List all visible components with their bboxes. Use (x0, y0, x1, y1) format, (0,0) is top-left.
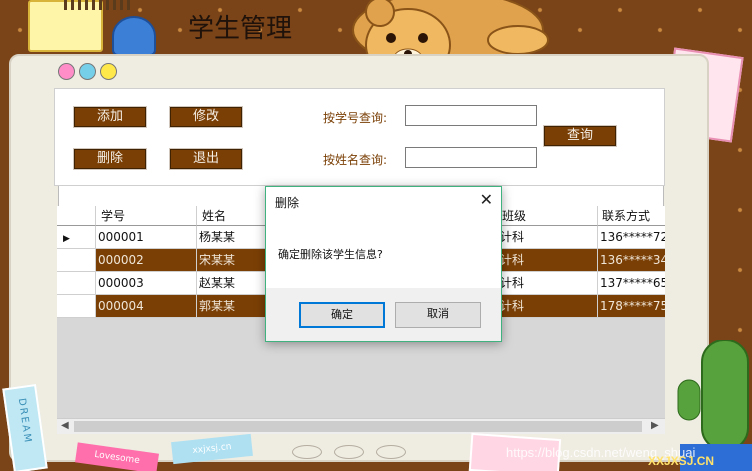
row-header[interactable] (57, 249, 96, 272)
cell-class[interactable]: 计科 (498, 249, 598, 272)
page-title: 学生管理 (188, 14, 293, 44)
smiley-faces-decoration (58, 63, 117, 80)
cell-phone[interactable]: 178*****756 (598, 295, 665, 318)
row-header[interactable] (57, 272, 96, 295)
query-button[interactable]: 查询 (543, 125, 617, 147)
cell-id[interactable]: 000004 (96, 295, 197, 318)
search-name-input[interactable] (405, 147, 537, 168)
scroll-left-icon[interactable]: ◀ (61, 420, 69, 431)
search-by-name-label: 按姓名查询: (323, 153, 388, 167)
exit-button[interactable]: 退出 (169, 148, 243, 170)
globe-decoration (112, 16, 156, 56)
cell-phone[interactable]: 136*****720 (598, 226, 665, 249)
arrow-right-icon: ▶ (63, 234, 70, 244)
close-icon[interactable]: ✕ (480, 190, 493, 209)
delete-button[interactable]: 删除 (73, 148, 147, 170)
cell-class[interactable]: 计科 (498, 295, 598, 318)
row-header[interactable]: ▶ (57, 226, 96, 249)
cell-class[interactable]: 计科 (498, 226, 598, 249)
dialog-title: 删除 (275, 196, 300, 210)
delete-confirm-dialog[interactable]: 删除 ✕ 确定删除该学生信息? 确定 取消 (265, 186, 502, 342)
dialog-message: 确定删除该学生信息? (278, 248, 383, 261)
site-badge-text: XXJXSJ.CN (648, 454, 715, 468)
cell-id[interactable]: 000003 (96, 272, 197, 295)
oval-buttons-decoration (292, 445, 406, 459)
cell-id[interactable]: 000002 (96, 249, 197, 272)
cell-class[interactable]: 计科 (498, 272, 598, 295)
column-header-id[interactable]: 学号 (96, 206, 197, 226)
notepad-decoration (28, 0, 130, 52)
row-header-corner (57, 206, 96, 226)
horizontal-scrollbar[interactable]: ◀ ▶ (57, 418, 665, 434)
edit-button[interactable]: 修改 (169, 106, 243, 128)
ok-button[interactable]: 确定 (299, 302, 385, 328)
scroll-right-icon[interactable]: ▶ (651, 420, 659, 431)
search-by-id-label: 按学号查询: (323, 111, 388, 125)
cell-id[interactable]: 000001 (96, 226, 197, 249)
cancel-button[interactable]: 取消 (395, 302, 481, 328)
column-header-class[interactable]: 班级 (498, 206, 598, 226)
dream-text: DREAM (15, 397, 34, 445)
cell-phone[interactable]: 137*****654 (598, 272, 665, 295)
cell-phone[interactable]: 136*****345 (598, 249, 665, 272)
scrollbar-thumb[interactable] (74, 421, 642, 432)
row-header[interactable] (57, 295, 96, 318)
add-button[interactable]: 添加 (73, 106, 147, 128)
column-header-phone[interactable]: 联系方式 (598, 206, 665, 226)
search-id-input[interactable] (405, 105, 537, 126)
